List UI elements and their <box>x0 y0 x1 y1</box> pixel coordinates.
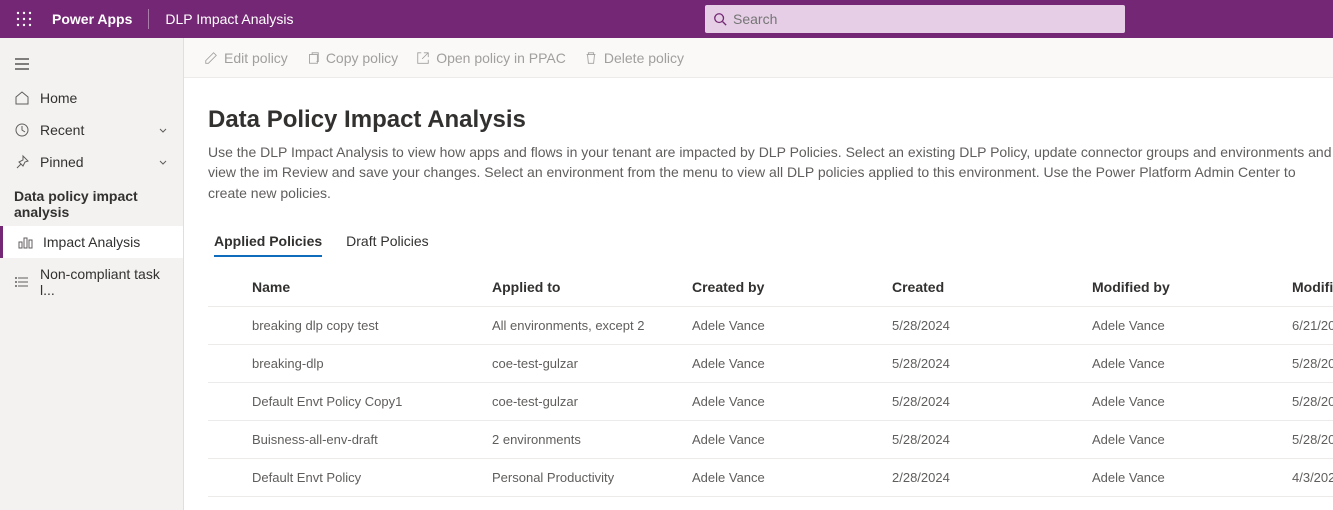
open-icon <box>416 51 430 65</box>
page-description: Use the DLP Impact Analysis to view how … <box>208 142 1333 203</box>
search-icon <box>713 12 727 26</box>
toolbar-label: Open policy in PPAC <box>436 50 566 66</box>
chevron-down-icon <box>157 124 169 136</box>
cell-modifiedby: Adele Vance <box>1092 394 1292 409</box>
sidebar-item-noncompliant[interactable]: Non-compliant task l... <box>0 258 183 306</box>
tab-draft-policies[interactable]: Draft Policies <box>346 227 428 257</box>
search-input[interactable] <box>733 11 1117 27</box>
nav-home[interactable]: Home <box>0 82 183 114</box>
hamburger-menu[interactable] <box>0 46 183 82</box>
cell-created: 5/28/2024 <box>892 432 1092 447</box>
copy-policy-button[interactable]: Copy policy <box>306 50 398 66</box>
cell-modified: 5/28/2024 <box>1292 432 1333 447</box>
nav-label: Home <box>40 90 77 106</box>
cell-modified: 5/28/2024 <box>1292 394 1333 409</box>
cell-modifiedby: Adele Vance <box>1092 318 1292 333</box>
search-box[interactable] <box>705 5 1125 33</box>
cell-modifiedby: Adele Vance <box>1092 432 1292 447</box>
pin-icon <box>14 154 30 170</box>
table-row[interactable]: breaking dlp copy test All environments,… <box>208 307 1333 345</box>
cell-applied: coe-test-gulzar <box>492 356 692 371</box>
sidebar: Home Recent Pinned Data policy impact an… <box>0 38 184 510</box>
trash-icon <box>584 51 598 65</box>
col-header-applied[interactable]: Applied to <box>492 279 692 295</box>
nav-pinned[interactable]: Pinned <box>0 146 183 178</box>
cell-applied: Personal Productivity <box>492 470 692 485</box>
toolbar-label: Delete policy <box>604 50 684 66</box>
col-header-created[interactable]: Created <box>892 279 1092 295</box>
list-icon <box>14 274 30 290</box>
tab-bar: Applied Policies Draft Policies <box>208 227 1333 257</box>
edit-icon <box>204 51 218 65</box>
cell-created: 5/28/2024 <box>892 318 1092 333</box>
cell-modifiedby: Adele Vance <box>1092 470 1292 485</box>
cell-createdby: Adele Vance <box>692 356 892 371</box>
toolbar: Edit policy Copy policy Open policy in P… <box>184 38 1333 78</box>
toolbar-label: Edit policy <box>224 50 288 66</box>
cell-modifiedby: Adele Vance <box>1092 356 1292 371</box>
table-row[interactable]: Default Envt Policy Copy1 coe-test-gulza… <box>208 383 1333 421</box>
page-subtitle: DLP Impact Analysis <box>165 11 293 27</box>
col-header-createdby[interactable]: Created by <box>692 279 892 295</box>
cell-createdby: Adele Vance <box>692 470 892 485</box>
nav-recent[interactable]: Recent <box>0 114 183 146</box>
open-ppac-button[interactable]: Open policy in PPAC <box>416 50 566 66</box>
col-header-modifiedby[interactable]: Modified by <box>1092 279 1292 295</box>
clock-icon <box>14 122 30 138</box>
delete-policy-button[interactable]: Delete policy <box>584 50 684 66</box>
cell-createdby: Adele Vance <box>692 432 892 447</box>
cell-name: breaking-dlp <box>252 356 492 371</box>
app-launcher-icon[interactable] <box>8 3 40 35</box>
page-title: Data Policy Impact Analysis <box>208 106 1333 134</box>
app-name[interactable]: Power Apps <box>52 11 132 27</box>
sidebar-item-impact-analysis[interactable]: Impact Analysis <box>0 226 183 258</box>
cell-modified: 4/3/2024 <box>1292 470 1333 485</box>
tab-applied-policies[interactable]: Applied Policies <box>214 227 322 257</box>
toolbar-label: Copy policy <box>326 50 398 66</box>
cell-name: breaking dlp copy test <box>252 318 492 333</box>
policy-grid: Name Applied to Created by Created Modif… <box>208 269 1333 497</box>
chart-icon <box>17 234 33 250</box>
cell-created: 5/28/2024 <box>892 356 1092 371</box>
edit-policy-button[interactable]: Edit policy <box>204 50 288 66</box>
cell-applied: 2 environments <box>492 432 692 447</box>
cell-createdby: Adele Vance <box>692 394 892 409</box>
sidebar-item-label: Non-compliant task l... <box>40 266 169 298</box>
grid-header-row: Name Applied to Created by Created Modif… <box>208 269 1333 307</box>
cell-modified: 6/21/2024 <box>1292 318 1333 333</box>
cell-modified: 5/28/2024 <box>1292 356 1333 371</box>
cell-created: 2/28/2024 <box>892 470 1092 485</box>
cell-applied: coe-test-gulzar <box>492 394 692 409</box>
col-header-modified[interactable]: Modified <box>1292 279 1333 295</box>
home-icon <box>14 90 30 106</box>
nav-label: Recent <box>40 122 84 138</box>
cell-createdby: Adele Vance <box>692 318 892 333</box>
col-header-name[interactable]: Name <box>252 279 492 295</box>
divider <box>148 9 149 29</box>
table-row[interactable]: Default Envt Policy Personal Productivit… <box>208 459 1333 497</box>
table-row[interactable]: breaking-dlp coe-test-gulzar Adele Vance… <box>208 345 1333 383</box>
app-header: Power Apps DLP Impact Analysis <box>0 0 1333 38</box>
cell-name: Buisness-all-env-draft <box>252 432 492 447</box>
cell-created: 5/28/2024 <box>892 394 1092 409</box>
cell-name: Default Envt Policy <box>252 470 492 485</box>
copy-icon <box>306 51 320 65</box>
table-row[interactable]: Buisness-all-env-draft 2 environments Ad… <box>208 421 1333 459</box>
nav-label: Pinned <box>40 154 84 170</box>
cell-applied: All environments, except 2 <box>492 318 692 333</box>
cell-name: Default Envt Policy Copy1 <box>252 394 492 409</box>
sidebar-item-label: Impact Analysis <box>43 234 140 250</box>
chevron-down-icon <box>157 156 169 168</box>
nav-section-title: Data policy impact analysis <box>0 178 183 226</box>
